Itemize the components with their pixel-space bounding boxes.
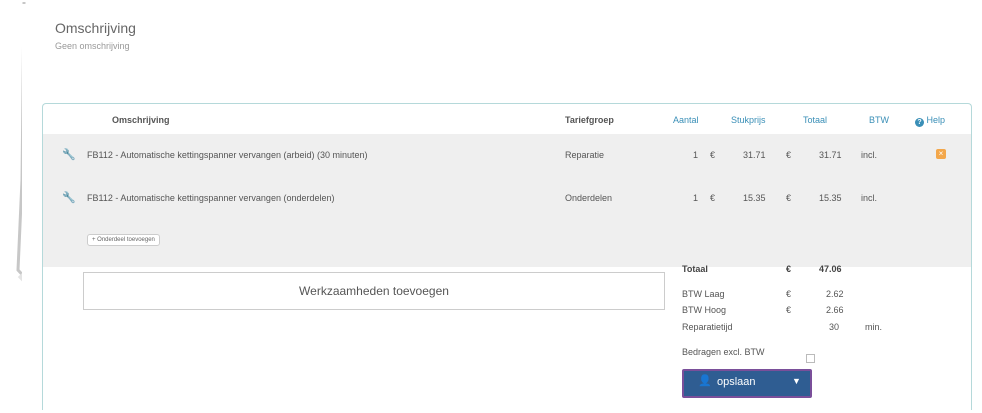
help-label: Help xyxy=(926,115,946,125)
cell-currency: € xyxy=(786,150,792,160)
cell-aantal: 1 xyxy=(693,150,699,160)
cell-currency: € xyxy=(710,193,716,203)
help-link[interactable]: ? Help xyxy=(915,115,945,127)
page: Omschrijving Geen omschrijving Omschrijv… xyxy=(22,4,980,413)
caret-down-icon[interactable]: ▼ xyxy=(792,376,801,386)
cell-totaal: 31.71 xyxy=(819,150,842,160)
add-work-button[interactable]: Werkzaamheden toevoegen xyxy=(83,272,665,310)
header-tariefgroep[interactable]: Tariefgroep xyxy=(565,115,614,125)
excl-btw-label: Bedragen excl. BTW xyxy=(682,347,765,357)
excl-btw-checkbox[interactable] xyxy=(806,354,815,363)
btw-hoog-value: 2.66 xyxy=(826,305,844,315)
header-stukprijs[interactable]: Stukprijs xyxy=(731,115,766,125)
header-omschrijving[interactable]: Omschrijving xyxy=(112,115,170,125)
cell-currency: € xyxy=(710,150,716,160)
save-button-label: opslaan xyxy=(717,376,756,388)
header-totaal[interactable]: Totaal xyxy=(803,115,827,125)
btw-laag-value: 2.62 xyxy=(826,289,844,299)
question-circle-icon: ? xyxy=(915,118,924,127)
save-button[interactable]: 👤 opslaan ▼ xyxy=(682,369,812,398)
cell-omschrijving: FB112 - Automatische kettingspanner verv… xyxy=(87,193,335,203)
table-row[interactable]: 🔧 FB112 - Automatische kettingspanner ve… xyxy=(43,145,971,167)
total-currency: € xyxy=(786,264,792,274)
reparatietijd-value: 30 xyxy=(829,322,840,332)
remove-icon[interactable]: × xyxy=(936,149,946,159)
cell-stukprijs: 15.35 xyxy=(743,193,766,203)
work-items-panel: Omschrijving Tariefgroep Aantal Stukprij… xyxy=(42,103,972,410)
btw-laag-currency: € xyxy=(786,289,792,299)
total-label: Totaal xyxy=(682,264,708,274)
description-title: Omschrijving xyxy=(55,20,136,36)
cell-btw: incl. xyxy=(861,193,878,203)
reparatietijd-label: Reparatietijd xyxy=(682,322,733,332)
reparatietijd-unit: min. xyxy=(865,322,883,332)
btw-laag-label: BTW Laag xyxy=(682,289,725,299)
cell-stukprijs: 31.71 xyxy=(743,150,766,160)
description-subtitle: Geen omschrijving xyxy=(55,41,130,51)
add-part-button[interactable]: + Onderdeel toevoegen xyxy=(87,234,160,246)
wrench-icon: 🔧 xyxy=(62,192,76,204)
cell-tariefgroep: Reparatie xyxy=(565,150,605,160)
cell-aantal: 1 xyxy=(693,193,699,203)
cell-omschrijving: FB112 - Automatische kettingspanner verv… xyxy=(87,150,368,160)
table-row[interactable]: 🔧 FB112 - Automatische kettingspanner ve… xyxy=(43,188,971,210)
btw-hoog-currency: € xyxy=(786,305,792,315)
cell-currency: € xyxy=(786,193,792,203)
cell-tariefgroep: Onderdelen xyxy=(565,193,613,203)
wrench-icon: 🔧 xyxy=(62,149,76,161)
table-body: 🔧 FB112 - Automatische kettingspanner ve… xyxy=(43,134,971,267)
cell-totaal: 15.35 xyxy=(819,193,842,203)
header-aantal[interactable]: Aantal xyxy=(673,115,699,125)
user-upload-icon: 👤 xyxy=(698,375,712,387)
header-btw[interactable]: BTW xyxy=(869,115,889,125)
cell-btw: incl. xyxy=(861,150,878,160)
btw-hoog-label: BTW Hoog xyxy=(682,305,727,315)
total-value: 47.06 xyxy=(819,264,842,274)
